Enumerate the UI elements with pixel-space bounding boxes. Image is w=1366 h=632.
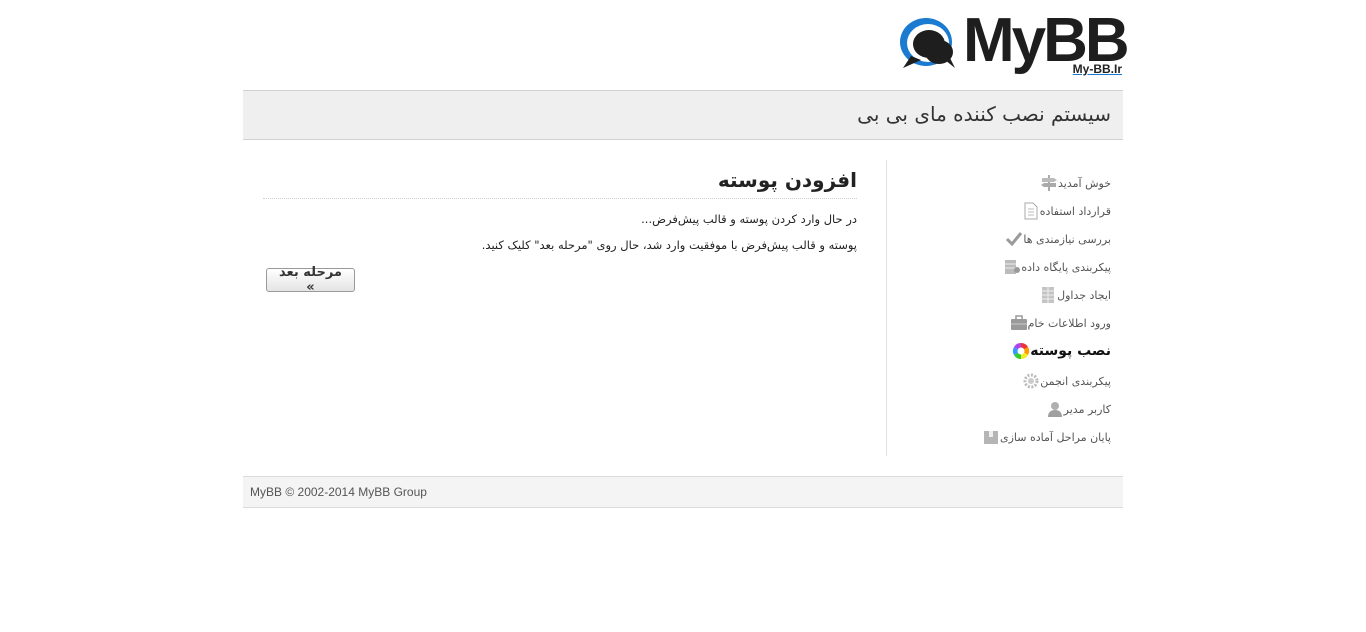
- step-insert-data: ورود اطلاعات خام: [1004, 312, 1111, 334]
- mybb-logo[interactable]: MyBB My-BB.Ir: [899, 6, 1130, 82]
- table-icon: [1042, 287, 1055, 303]
- section-heading: افزودن پوسته: [717, 168, 857, 192]
- box-icon: [984, 431, 998, 444]
- step-label: پایان مراحل آماده سازی: [1000, 430, 1111, 444]
- heading-divider: [263, 198, 857, 199]
- step-welcome: خوش آمدید: [1034, 172, 1111, 194]
- step-license: قرارداد استفاده: [1016, 200, 1111, 222]
- user-icon: [1047, 402, 1062, 417]
- step-label: نصب پوسته: [1030, 343, 1111, 359]
- install-steps-sidebar: خوش آمدید قرارداد استفاده بررسی نیازمندی…: [886, 160, 1123, 456]
- next-step-button[interactable]: مرحله بعد »: [266, 265, 355, 295]
- step-label: قرارداد استفاده: [1039, 204, 1111, 218]
- step-admin-user: کاربر مدیر: [1040, 398, 1111, 420]
- gear-icon: [1023, 373, 1039, 389]
- step-label: پیکربندی پایگاه داده: [1021, 260, 1111, 274]
- step-install-theme: نصب پوسته: [1006, 340, 1111, 362]
- step-label: خوش آمدید: [1058, 176, 1111, 190]
- checkmark-icon: [1006, 232, 1023, 247]
- logo-subtitle: My-BB.Ir: [1071, 62, 1123, 76]
- step-board-config: پیکربندی انجمن: [1016, 370, 1111, 392]
- step-label: پیکربندی انجمن: [1040, 374, 1111, 388]
- status-line-success: پوسته و قالب پیش‌فرض با موفقیت وارد شد، …: [481, 238, 857, 252]
- document-icon: [1024, 202, 1038, 220]
- status-line-importing: در حال وارد کردن پوسته و قالب پیش‌فرض...: [641, 212, 857, 226]
- step-finish: پایان مراحل آماده سازی: [976, 426, 1111, 448]
- step-label: ایجاد جداول: [1057, 288, 1111, 302]
- signpost-icon: [1041, 175, 1058, 191]
- step-database-config: پیکربندی پایگاه داده: [997, 256, 1111, 278]
- step-create-tables: ایجاد جداول: [1033, 284, 1111, 306]
- page-title: سیستم نصب کننده مای بی بی: [857, 102, 1111, 126]
- step-label: ورود اطلاعات خام: [1027, 316, 1111, 330]
- database-config-icon: [1005, 260, 1021, 274]
- speech-bubble-logo-icon: [900, 18, 955, 68]
- color-wheel-icon: [1013, 342, 1030, 360]
- footer: MyBB © 2002-2014 MyBB Group: [243, 476, 1123, 508]
- installer-header: سیستم نصب کننده مای بی بی: [243, 90, 1123, 140]
- briefcase-icon: [1010, 315, 1027, 330]
- step-label: بررسی نیازمندی ها: [1023, 232, 1111, 246]
- copyright-text: MyBB © 2002-2014 MyBB Group: [250, 485, 427, 499]
- step-label: کاربر مدیر: [1063, 402, 1111, 416]
- step-requirements: بررسی نیازمندی ها: [999, 228, 1111, 250]
